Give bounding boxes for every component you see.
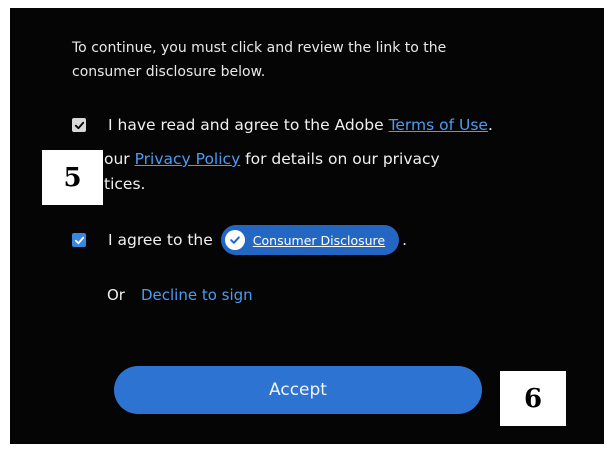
intro-line-2: consumer disclosure below. bbox=[72, 64, 266, 80]
terms-checkbox[interactable] bbox=[72, 118, 86, 132]
check-circle-icon bbox=[224, 230, 245, 250]
terms-label: I have read and agree to the Adobe Terms… bbox=[108, 116, 493, 134]
consumer-disclosure-link[interactable]: Consumer Disclosure bbox=[253, 233, 385, 248]
intro-line-1: To continue, you must click and review t… bbox=[72, 40, 447, 56]
terms-of-use-link[interactable]: Terms of Use bbox=[389, 116, 488, 134]
privacy-row: our Privacy Policy for details on our pr… bbox=[104, 147, 524, 197]
consumer-disclosure-checkbox[interactable] bbox=[72, 233, 86, 247]
step-label-5: 5 bbox=[42, 150, 103, 205]
or-text: Or bbox=[107, 286, 125, 304]
consumer-disclosure-prefix: I agree to the bbox=[108, 231, 213, 249]
terms-suffix: . bbox=[487, 116, 493, 134]
privacy-suffix: for details on our privacy bbox=[240, 150, 440, 168]
accept-button[interactable]: Accept bbox=[114, 366, 482, 414]
privacy-line-2: tices. bbox=[104, 175, 146, 193]
decline-to-sign-link[interactable]: Decline to sign bbox=[141, 286, 253, 304]
intro-text: To continue, you must click and review t… bbox=[72, 36, 542, 84]
privacy-line-1: our Privacy Policy for details on our pr… bbox=[104, 147, 524, 172]
checkmark-icon bbox=[74, 121, 84, 129]
consumer-disclosure-suffix: . bbox=[402, 231, 408, 249]
consumer-disclosure-row: I agree to the Consumer Disclosure . bbox=[72, 225, 407, 255]
consumer-disclosure-button[interactable]: Consumer Disclosure bbox=[220, 225, 400, 255]
privacy-prefix: our bbox=[104, 150, 135, 168]
decline-row: Or Decline to sign bbox=[107, 286, 253, 304]
checkmark-icon bbox=[74, 236, 84, 244]
privacy-policy-link[interactable]: Privacy Policy bbox=[135, 150, 241, 168]
terms-row: I have read and agree to the Adobe Terms… bbox=[72, 116, 493, 134]
step-label-6: 6 bbox=[500, 371, 566, 426]
terms-prefix: I have read and agree to the Adobe bbox=[108, 116, 389, 134]
